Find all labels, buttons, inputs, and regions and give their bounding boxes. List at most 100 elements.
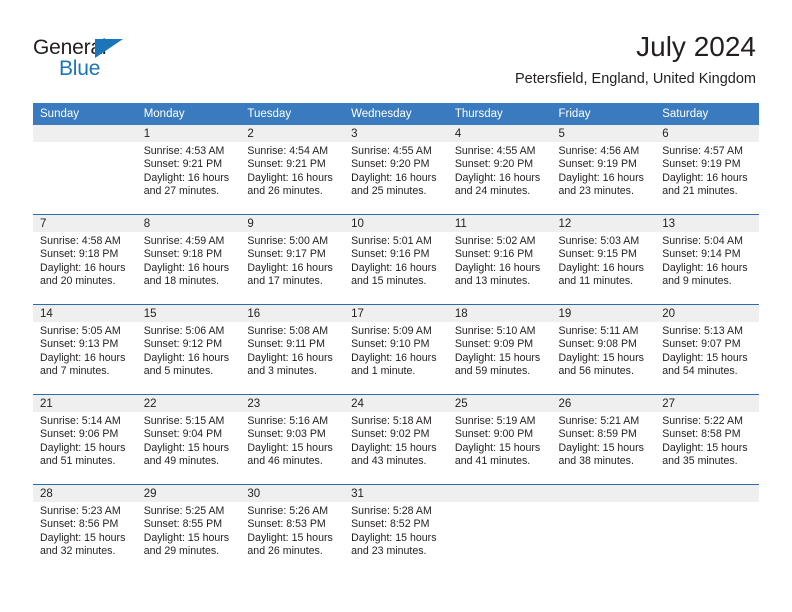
calendar-day-cell[interactable]: 29 Sunrise: 5:25 AM Sunset: 8:55 PM Dayligh… [136,484,241,574]
day-number: 4 [447,125,552,142]
calendar-day-cell[interactable]: 22 Sunrise: 5:15 AM Sunset: 9:04 PM Dayligh… [136,394,241,485]
daylight-duration-line2: and 21 minutes. [662,185,738,198]
triangle-icon [95,39,123,58]
day-cell-inner: 11 Sunrise: 5:02 AM Sunset: 9:16 PM Dayligh… [447,215,552,304]
daylight-duration-line2: and 43 minutes. [351,455,427,468]
daylight-duration-line2: and 24 minutes. [454,185,531,198]
sunset-time: Sunset: 9:00 PM [454,428,534,441]
daylight-duration-line1: Daylight: 16 hours [351,171,437,184]
calendar-day-cell[interactable]: 6 Sunrise: 4:57 AM Sunset: 9:19 PM Daylight… [655,125,759,215]
calendar-week-row: 1 Sunrise: 4:53 AM Sunset: 9:21 PM Daylight… [33,125,759,215]
sunrise-time: Sunrise: 5:13 AM [662,325,743,337]
day-details: Sunrise: 5:26 AM Sunset: 8:53 PM Daylight:… [240,502,344,559]
sunrise-time: Sunrise: 5:25 AM [143,505,225,517]
calendar-day-cell[interactable]: 21 Sunrise: 5:14 AM Sunset: 9:06 PM Dayligh… [33,394,137,485]
day-cell-inner: 15 Sunrise: 5:06 AM Sunset: 9:12 PM Dayligh… [136,305,241,394]
daylight-duration-line2: and 35 minutes. [662,455,738,468]
day-number: 9 [240,215,345,232]
sunrise-time: Sunrise: 4:53 AM [143,145,225,157]
daylight-duration-line1: Daylight: 16 hours [143,261,230,274]
calendar-day-cell[interactable]: 7 Sunrise: 4:58 AM Sunset: 9:18 PM Daylight… [33,214,137,305]
day-number: 31 [344,485,448,502]
page-header: General Blue July 2024 Petersfield, Engl… [0,0,792,103]
calendar-day-cell[interactable]: 11 Sunrise: 5:02 AM Sunset: 9:16 PM Dayligh… [447,214,552,305]
day-details: Sunrise: 5:23 AM Sunset: 8:56 PM Daylight:… [33,502,137,559]
day-cell-inner: 28 Sunrise: 5:23 AM Sunset: 8:56 PM Dayligh… [33,485,137,574]
title-block: July 2024 Petersfield, England, United K… [515,30,756,88]
day-details: Sunrise: 5:18 AM Sunset: 9:02 PM Daylight:… [344,412,448,469]
calendar-day-cell[interactable]: 10 Sunrise: 5:01 AM Sunset: 9:16 PM Dayligh… [344,214,448,305]
sunset-time: Sunset: 9:16 PM [454,248,534,261]
sunset-time: Sunset: 9:10 PM [351,338,430,351]
calendar-day-cell[interactable]: 9 Sunrise: 5:00 AM Sunset: 9:17 PM Daylight… [240,214,345,305]
sunset-time: Sunset: 9:17 PM [247,248,326,261]
daylight-duration-line1: Daylight: 16 hours [40,351,126,364]
daylight-duration-line2: and 41 minutes. [454,455,531,468]
calendar-day-cell[interactable]: 27 Sunrise: 5:22 AM Sunset: 8:58 PM Dayligh… [655,394,759,485]
sunrise-time: Sunrise: 5:16 AM [247,415,329,427]
day-cell-inner: 12 Sunrise: 5:03 AM Sunset: 9:15 PM Dayligh… [551,215,656,304]
day-number: 5 [551,125,656,142]
daylight-duration-line2: and 20 minutes. [40,275,116,288]
day-cell-inner: 23 Sunrise: 5:16 AM Sunset: 9:03 PM Dayligh… [240,395,345,484]
calendar-day-cell[interactable]: 5 Sunrise: 4:56 AM Sunset: 9:19 PM Daylight… [551,125,656,215]
day-number: 21 [33,395,137,412]
calendar-day-cell[interactable]: 3 Sunrise: 4:55 AM Sunset: 9:20 PM Daylight… [344,125,448,215]
day-cell-inner: 5 Sunrise: 4:56 AM Sunset: 9:19 PM Daylight… [551,125,656,214]
weekday-header-monday: Monday [136,103,241,125]
calendar-day-cell[interactable]: 19 Sunrise: 5:11 AM Sunset: 9:08 PM Dayligh… [551,304,656,395]
sunset-time: Sunset: 9:06 PM [40,428,119,441]
day-number: 6 [655,125,759,142]
calendar-day-cell[interactable]: 14 Sunrise: 5:05 AM Sunset: 9:13 PM Dayligh… [33,304,137,395]
calendar-day-cell[interactable]: 15 Sunrise: 5:06 AM Sunset: 9:12 PM Dayligh… [136,304,241,395]
day-number: 23 [240,395,345,412]
daylight-duration-line1: Daylight: 16 hours [247,351,333,364]
calendar-day-cell[interactable]: 12 Sunrise: 5:03 AM Sunset: 9:15 PM Dayligh… [551,214,656,305]
calendar-day-cell[interactable]: 8 Sunrise: 4:59 AM Sunset: 9:18 PM Daylight… [136,214,241,305]
daylight-duration-line1: Daylight: 16 hours [143,171,230,184]
day-cell-inner: 7 Sunrise: 4:58 AM Sunset: 9:18 PM Daylight… [33,215,137,304]
daylight-duration-line1: Daylight: 16 hours [351,261,437,274]
calendar-day-cell[interactable]: 4 Sunrise: 4:55 AM Sunset: 9:20 PM Daylight… [447,125,552,215]
calendar-day-cell[interactable]: 26 Sunrise: 5:21 AM Sunset: 8:59 PM Dayligh… [551,394,656,485]
calendar-day-cell[interactable]: 25 Sunrise: 5:19 AM Sunset: 9:00 PM Dayligh… [447,394,552,485]
sunrise-time: Sunrise: 5:15 AM [143,415,225,427]
sunset-time: Sunset: 9:15 PM [558,248,637,261]
logo-text-blue: Blue [59,57,101,80]
day-number: 27 [655,395,759,412]
day-number: 14 [33,305,137,322]
day-number: 22 [136,395,241,412]
daylight-duration-line1: Daylight: 15 hours [143,531,230,544]
daylight-duration-line1: Daylight: 16 hours [662,261,748,274]
daylight-duration-line1: Daylight: 15 hours [40,441,126,454]
day-details: Sunrise: 5:25 AM Sunset: 8:55 PM Daylight:… [137,502,241,559]
day-cell-inner: 14 Sunrise: 5:05 AM Sunset: 9:13 PM Dayligh… [33,305,137,394]
calendar-day-cell[interactable]: 18 Sunrise: 5:10 AM Sunset: 9:09 PM Dayligh… [447,304,552,395]
calendar-day-cell[interactable]: 1 Sunrise: 4:53 AM Sunset: 9:21 PM Daylight… [136,125,241,215]
calendar-day-cell[interactable]: 17 Sunrise: 5:09 AM Sunset: 9:10 PM Dayligh… [344,304,448,395]
sunset-time: Sunset: 9:20 PM [454,158,534,171]
calendar-day-cell[interactable]: 2 Sunrise: 4:54 AM Sunset: 9:21 PM Daylight… [240,125,345,215]
calendar-day-cell[interactable]: 20 Sunrise: 5:13 AM Sunset: 9:07 PM Dayligh… [655,304,759,395]
sunset-time: Sunset: 9:20 PM [351,158,430,171]
calendar-day-cell[interactable]: 13 Sunrise: 5:04 AM Sunset: 9:14 PM Dayligh… [655,214,759,305]
day-cell-inner: 21 Sunrise: 5:14 AM Sunset: 9:06 PM Dayligh… [33,395,137,484]
daylight-duration-line2: and 5 minutes. [143,365,214,378]
calendar-week-row: 7 Sunrise: 4:58 AM Sunset: 9:18 PM Daylight… [33,214,759,305]
day-number [33,125,137,142]
calendar-day-cell[interactable]: 23 Sunrise: 5:16 AM Sunset: 9:03 PM Dayligh… [240,394,345,485]
day-cell-inner: 19 Sunrise: 5:11 AM Sunset: 9:08 PM Dayligh… [551,305,656,394]
calendar-day-cell[interactable]: 28 Sunrise: 5:23 AM Sunset: 8:56 PM Dayligh… [33,484,137,574]
day-details: Sunrise: 5:15 AM Sunset: 9:04 PM Daylight:… [137,412,241,469]
calendar-day-cell[interactable]: 16 Sunrise: 5:08 AM Sunset: 9:11 PM Dayligh… [240,304,345,395]
sunrise-time: Sunrise: 5:23 AM [40,505,121,517]
sunrise-time: Sunrise: 4:57 AM [662,145,743,157]
calendar-day-cell[interactable]: 30 Sunrise: 5:26 AM Sunset: 8:53 PM Dayligh… [240,484,345,574]
calendar-week-row: 14 Sunrise: 5:05 AM Sunset: 9:13 PM Dayligh… [33,304,759,395]
calendar-day-cell[interactable]: 24 Sunrise: 5:18 AM Sunset: 9:02 PM Dayligh… [344,394,448,485]
sunrise-time: Sunrise: 5:09 AM [351,325,432,337]
day-cell-inner [655,485,759,574]
sunrise-time: Sunrise: 4:55 AM [454,145,536,157]
day-cell-inner: 22 Sunrise: 5:15 AM Sunset: 9:04 PM Dayligh… [136,395,241,484]
calendar-day-cell[interactable]: 31 Sunrise: 5:28 AM Sunset: 8:52 PM Dayligh… [344,484,448,574]
